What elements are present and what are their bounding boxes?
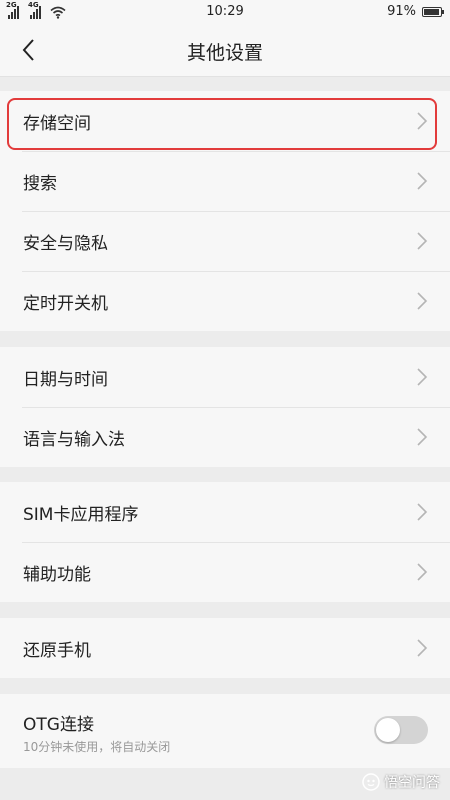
chevron-right-icon: [417, 503, 428, 521]
battery-percent: 91%: [387, 4, 416, 19]
menu-item-accessibility[interactable]: 辅助功能: [0, 542, 450, 602]
chevron-right-icon: [417, 172, 428, 190]
settings-group-datetime-language: 日期与时间 语言与输入法: [0, 347, 450, 467]
menu-item-label: 还原手机: [23, 641, 91, 661]
settings-group-otg: OTG连接 10分钟未使用，将自动关闭: [0, 694, 450, 768]
chevron-right-icon: [417, 563, 428, 581]
watermark: 悟空问答: [362, 772, 440, 792]
otg-toggle-switch[interactable]: [374, 716, 428, 744]
menu-item-label: 搜索: [23, 174, 57, 194]
toggle-knob: [376, 718, 400, 742]
settings-group-sim-accessibility: SIM卡应用程序 辅助功能: [0, 482, 450, 602]
chevron-right-icon: [417, 368, 428, 386]
menu-item-search[interactable]: 搜索: [0, 151, 450, 211]
page-title: 其他设置: [186, 42, 263, 64]
menu-item-language-input[interactable]: 语言与输入法: [0, 407, 450, 467]
status-time: 10:29: [206, 4, 244, 19]
menu-item-label: 定时开关机: [23, 294, 108, 314]
battery-fill: [424, 8, 439, 15]
settings-group-reset: 还原手机: [0, 618, 450, 678]
menu-item-date-time[interactable]: 日期与时间: [0, 347, 450, 407]
wukong-logo-icon: [362, 773, 380, 791]
chevron-right-icon: [417, 112, 428, 130]
status-bar: 2G 4G 10:29 91%: [0, 0, 450, 24]
nav-bar: 其他设置: [0, 24, 450, 77]
menu-item-label: 安全与隐私: [23, 234, 108, 254]
chevron-right-icon: [417, 639, 428, 657]
menu-item-label: SIM卡应用程序: [23, 505, 139, 525]
otg-subtitle: 10分钟未使用，将自动关闭: [23, 740, 171, 754]
otg-connection-row: OTG连接 10分钟未使用，将自动关闭: [0, 694, 450, 768]
menu-item-scheduled-power[interactable]: 定时开关机: [0, 271, 450, 331]
settings-group-storage: 存储空间 搜索 安全与隐私 定时开关机: [0, 91, 450, 331]
battery-status: 91%: [387, 4, 444, 19]
battery-icon: [422, 6, 444, 17]
menu-item-sim-apps[interactable]: SIM卡应用程序: [0, 482, 450, 542]
chevron-right-icon: [417, 232, 428, 250]
menu-item-label: 日期与时间: [23, 370, 108, 390]
menu-item-reset-phone[interactable]: 还原手机: [0, 618, 450, 678]
menu-item-label: 语言与输入法: [23, 430, 125, 450]
menu-item-storage[interactable]: 存储空间: [0, 91, 450, 151]
menu-item-label: 存储空间: [23, 114, 91, 134]
chevron-right-icon: [417, 428, 428, 446]
menu-item-label: 辅助功能: [23, 565, 91, 585]
otg-label: OTG连接: [23, 715, 94, 735]
menu-item-security-privacy[interactable]: 安全与隐私: [0, 211, 450, 271]
chevron-right-icon: [417, 292, 428, 310]
watermark-text: 悟空问答: [384, 775, 440, 791]
